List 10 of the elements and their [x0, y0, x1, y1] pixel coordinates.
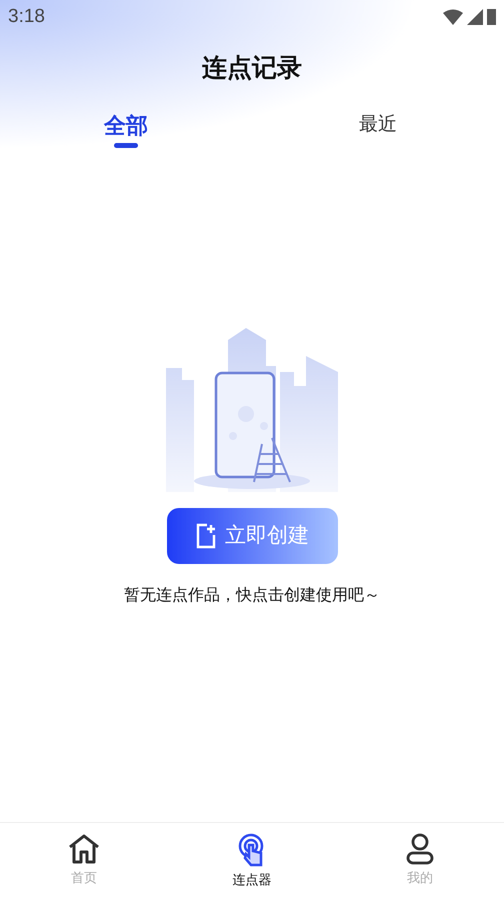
status-time: 3:18	[8, 4, 45, 29]
battery-icon	[487, 9, 496, 25]
wifi-icon	[443, 9, 463, 25]
tab[interactable]: 最近	[252, 109, 504, 159]
signal-icon	[467, 9, 483, 25]
tab[interactable]: 全部	[0, 109, 252, 159]
new-file-icon	[195, 523, 217, 549]
empty-message: 暂无连点作品，快点击创建使用吧～	[124, 586, 380, 606]
page-title: 连点记录	[202, 53, 302, 84]
nav-tab[interactable]: 连点器	[168, 823, 336, 897]
